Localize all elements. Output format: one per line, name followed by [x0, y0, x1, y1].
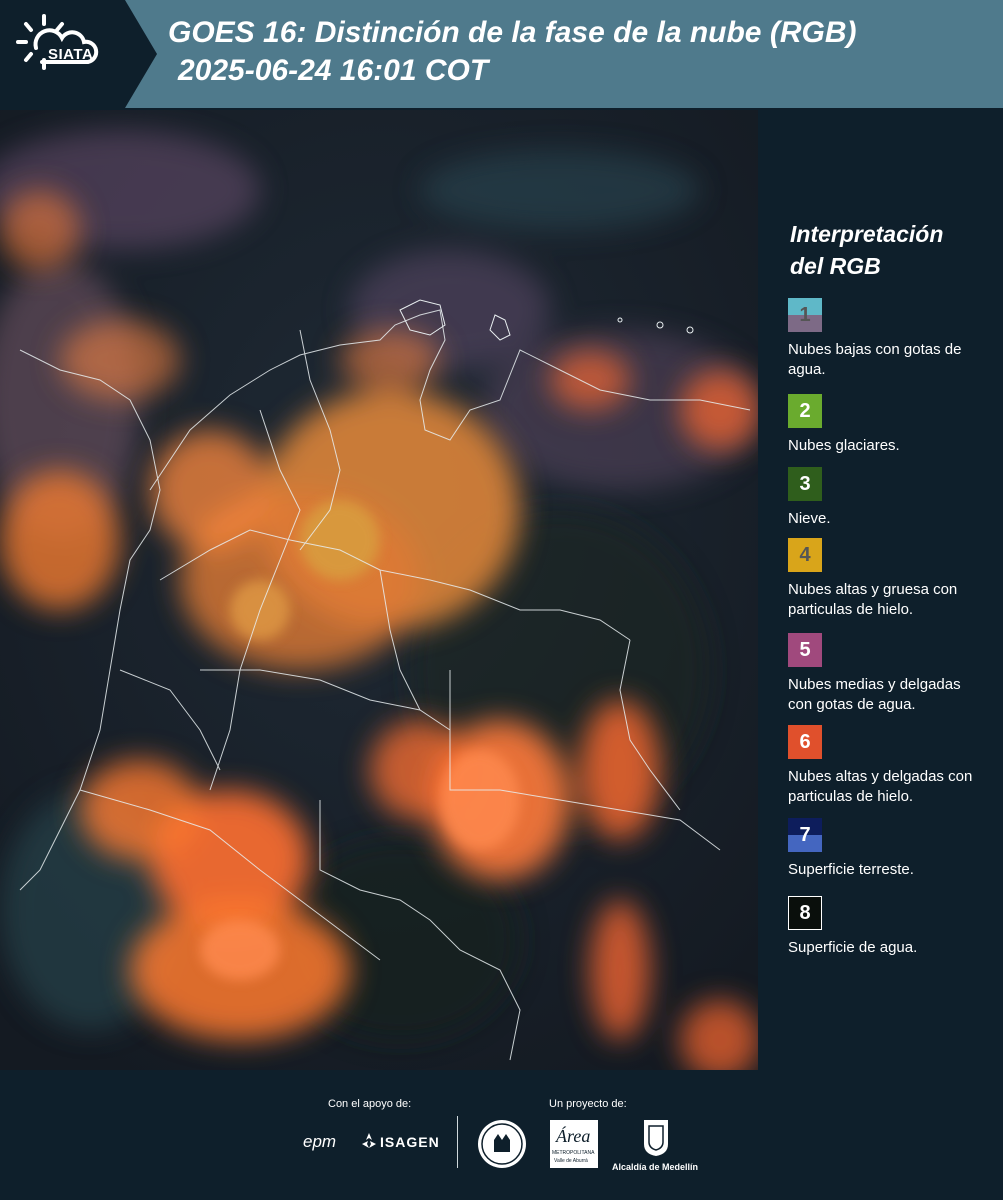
legend-item-2: 2 Nubes glaciares. — [788, 394, 988, 456]
legend-number: 3 — [799, 472, 811, 495]
area-logo-sub2: Valle de Aburrá — [554, 1158, 588, 1164]
page-title: GOES 16: Distinción de la fase de la nub… — [168, 14, 856, 90]
epm-logo: epm — [303, 1132, 337, 1151]
legend-number: 5 — [799, 638, 811, 661]
legend-title-line-2: del RGB — [790, 253, 881, 279]
logo-arrow — [125, 0, 157, 108]
legend-swatch: 8 — [788, 896, 822, 930]
header-banner: SIATA GOES 16: Distinción de la fase de … — [0, 0, 1003, 108]
project-label: Un proyecto de: — [549, 1098, 627, 1110]
legend-number: 7 — [799, 823, 811, 846]
legend-label: Superficie de agua. — [788, 939, 918, 956]
footer: Con el apoyo de: Un proyecto de: epm ISA… — [0, 1070, 1003, 1200]
area-metropolitana-logo: Área METROPOLITANA Valle de Aburrá — [550, 1120, 598, 1168]
medellin-seal-icon — [478, 1120, 526, 1168]
area-logo-sub: METROPOLITANA — [552, 1150, 595, 1156]
footer-divider — [457, 1116, 458, 1168]
area-logo-main: Área — [556, 1126, 591, 1146]
title-line-2: 2025-06-24 16:01 COT — [178, 54, 489, 87]
legend-label: Nubes altas y gruesa con particulas de h… — [788, 581, 958, 618]
legend-item-3: 3 Nieve. — [788, 467, 988, 529]
satellite-image — [0, 110, 758, 1070]
title-line-1: GOES 16: Distinción de la fase de la nub… — [168, 16, 857, 49]
legend-item-4: 4 Nubes altas y gruesa con particulas de… — [788, 538, 988, 620]
legend-item-6: 6 Nubes altas y delgadas con particulas … — [788, 725, 988, 807]
support-label: Con el apoyo de: — [328, 1098, 412, 1110]
legend-item-7: 7 Superficie terreste. — [788, 818, 988, 880]
isagen-logo: ISAGEN — [380, 1134, 440, 1150]
legend-label: Nubes medias y delgadas con gotas de agu… — [788, 676, 961, 713]
satellite-map — [0, 110, 758, 1070]
legend-label: Superficie terreste. — [788, 861, 914, 878]
legend-swatch: 4 — [788, 538, 822, 572]
legend-number: 2 — [799, 399, 811, 422]
legend-label: Nubes altas y delgadas con particulas de… — [788, 768, 973, 805]
alcaldia-label: Alcaldía de Medellín — [612, 1162, 699, 1172]
legend-swatch: 7 — [788, 818, 822, 852]
legend-swatch: 3 — [788, 467, 822, 501]
legend-label: Nubes bajas con gotas de agua. — [788, 341, 962, 378]
legend-label: Nubes glaciares. — [788, 437, 900, 454]
legend-item-1: 1 Nubes bajas con gotas de agua. — [788, 298, 988, 380]
logo-text: SIATA — [48, 46, 94, 63]
legend-swatch: 2 — [788, 394, 822, 428]
legend-number: 6 — [799, 730, 811, 753]
legend-number: 8 — [799, 901, 811, 924]
siata-logo: SIATA — [0, 0, 125, 108]
legend-label: Nieve. — [788, 510, 831, 527]
legend-number: 1 — [799, 303, 811, 326]
legend-item-8: 8 Superficie de agua. — [788, 896, 988, 958]
legend-item-5: 5 Nubes medias y delgadas con gotas de a… — [788, 633, 988, 715]
isagen-icon — [362, 1133, 376, 1148]
legend-title: Interpretación del RGB — [790, 218, 943, 282]
legend-title-line-1: Interpretación — [790, 221, 944, 247]
alcaldia-shield-icon — [644, 1120, 668, 1156]
legend-swatch: 6 — [788, 725, 822, 759]
legend-swatch: 1 — [788, 298, 822, 332]
legend-panel: Interpretación del RGB 1 Nubes bajas con… — [760, 110, 1003, 1070]
legend-swatch: 5 — [788, 633, 822, 667]
legend-number: 4 — [799, 543, 811, 566]
